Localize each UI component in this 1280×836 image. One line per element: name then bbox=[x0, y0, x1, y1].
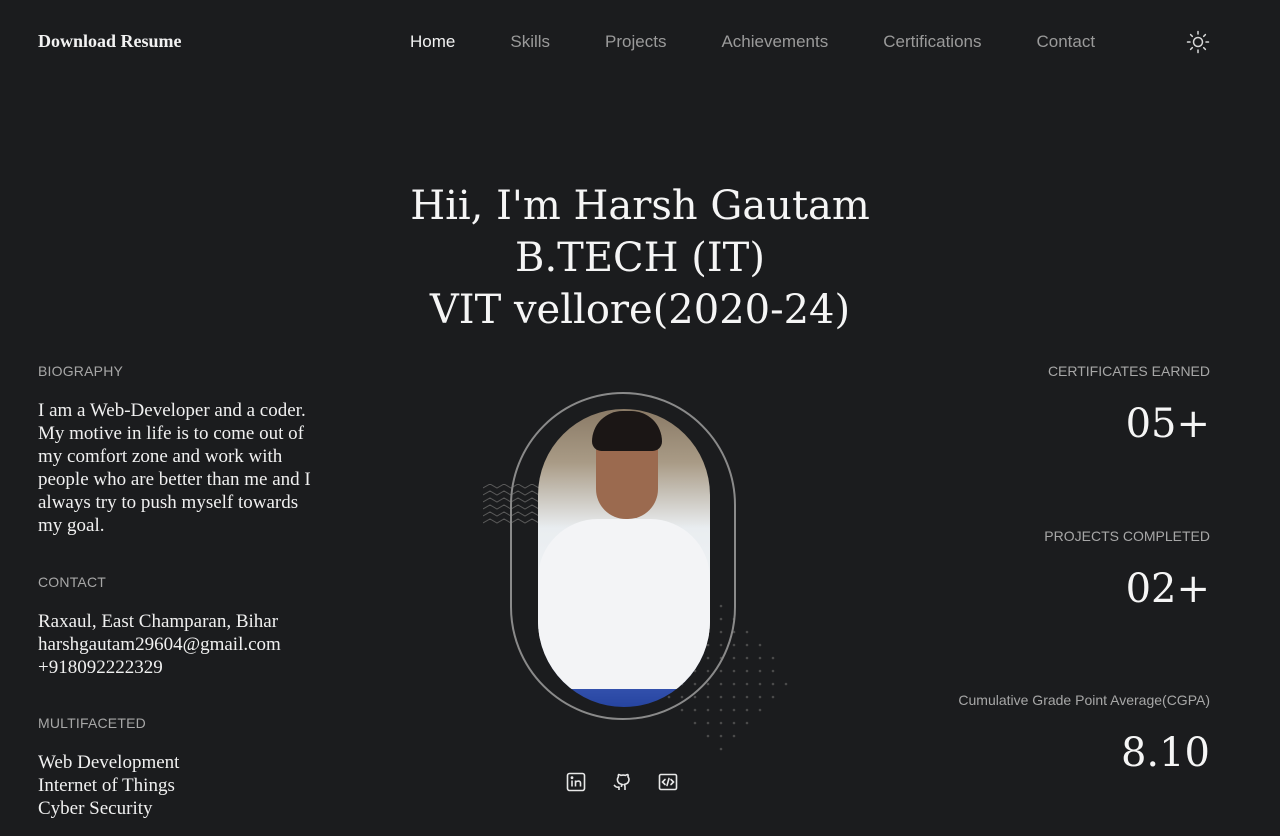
hero-name: Hii, I'm Harsh Gautam bbox=[410, 183, 870, 229]
nav-achievements[interactable]: Achievements bbox=[721, 32, 828, 52]
contact-email[interactable]: harshgautam29604@gmail.com bbox=[38, 633, 281, 656]
biography-text: I am a Web-Developer and a coder. My mot… bbox=[38, 400, 311, 536]
skill-item: Cyber Security bbox=[38, 798, 153, 819]
download-resume-link[interactable]: Download Resume bbox=[38, 31, 182, 52]
biography-label: BIOGRAPHY bbox=[38, 363, 124, 379]
skill-item: Web Development bbox=[38, 752, 180, 773]
hero-degree: B.TECH (IT) bbox=[515, 235, 765, 281]
projects-label: PROJECTS COMPLETED bbox=[1044, 528, 1210, 544]
skill-item: Internet of Things bbox=[38, 775, 175, 796]
main-nav: Home Skills Projects Achievements Certif… bbox=[410, 32, 1150, 52]
nav-contact[interactable]: Contact bbox=[1037, 32, 1096, 52]
code-icon[interactable] bbox=[658, 772, 678, 792]
multifaceted-label: MULTIFACETED bbox=[38, 715, 146, 731]
github-icon[interactable] bbox=[612, 772, 632, 792]
sun-icon[interactable] bbox=[1186, 30, 1210, 54]
linkedin-icon[interactable] bbox=[566, 772, 586, 792]
cgpa-label: Cumulative Grade Point Average(CGPA) bbox=[958, 692, 1210, 708]
nav-projects[interactable]: Projects bbox=[605, 32, 666, 52]
nav-certifications[interactable]: Certifications bbox=[883, 32, 981, 52]
contact-label: CONTACT bbox=[38, 574, 107, 590]
certificates-label: CERTIFICATES EARNED bbox=[1047, 363, 1210, 379]
cgpa-value: 8.10 bbox=[1120, 730, 1210, 776]
nav-skills[interactable]: Skills bbox=[510, 32, 550, 52]
profile-photo bbox=[538, 409, 710, 707]
social-links bbox=[566, 772, 678, 792]
contact-phone[interactable]: +918092222329 bbox=[38, 656, 163, 679]
projects-value: 02+ bbox=[1125, 566, 1210, 612]
contact-address: Raxaul, East Champaran, Bihar bbox=[38, 611, 279, 632]
hero-heading: Hii, I'm Harsh Gautam B.TECH (IT) VIT ve… bbox=[0, 180, 1280, 336]
nav-home[interactable]: Home bbox=[410, 32, 455, 52]
certificates-value: 05+ bbox=[1125, 401, 1210, 447]
hero-college: VIT vellore(2020-24) bbox=[429, 287, 851, 333]
